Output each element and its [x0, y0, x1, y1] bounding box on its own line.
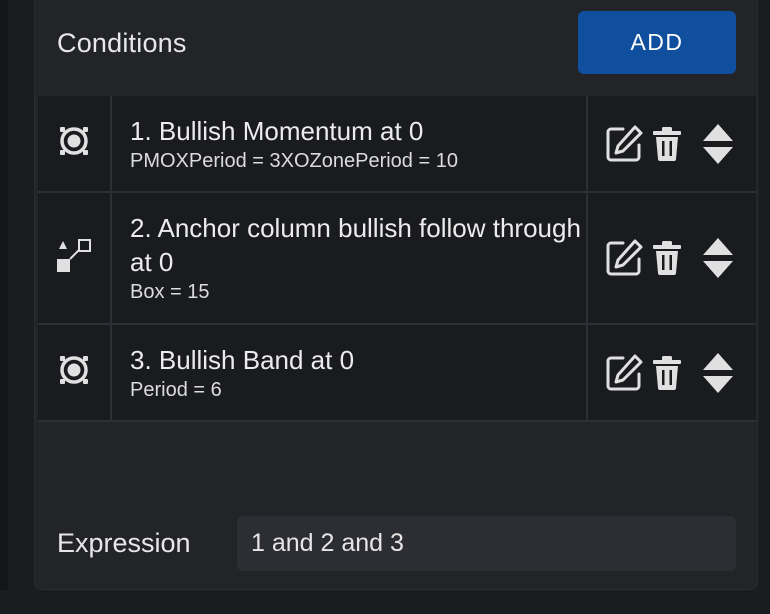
trash-icon[interactable]	[650, 353, 684, 393]
condition-text: 1. Bullish Momentum at 0 PMOXPeriod = 3X…	[112, 96, 586, 191]
condition-title: 3. Bullish Band at 0	[130, 344, 355, 375]
condition-actions	[586, 193, 756, 323]
condition-actions	[586, 96, 756, 191]
condition-params: Period = 6	[130, 378, 222, 401]
trash-icon[interactable]	[650, 238, 684, 278]
conditions-table: 1. Bullish Momentum at 0 PMOXPeriod = 3X…	[38, 96, 756, 422]
panel-header: Conditions ADD	[35, 0, 757, 96]
condition-text: 3. Bullish Band at 0 Period = 6	[112, 325, 586, 420]
window-edge	[0, 0, 8, 614]
condition-icon-cell	[38, 325, 112, 420]
reorder-icon[interactable]	[698, 120, 738, 168]
add-condition-button[interactable]: ADD	[578, 11, 736, 74]
pattern-path-icon	[55, 237, 93, 280]
condition-icon-cell	[38, 193, 112, 323]
condition-title: 1. Bullish Momentum at 0	[130, 115, 424, 146]
condition-row: 3. Bullish Band at 0 Period = 6	[38, 325, 756, 422]
condition-params: PMOXPeriod = 3XOZonePeriod = 10	[130, 149, 458, 172]
edit-icon[interactable]	[602, 236, 646, 280]
reorder-icon[interactable]	[698, 234, 738, 282]
conditions-panel: Conditions ADD 1. Bullish Momentum at 0 …	[34, 0, 758, 590]
expression-label: Expression	[57, 528, 191, 558]
edit-icon[interactable]	[602, 351, 646, 395]
condition-row: 1. Bullish Momentum at 0 PMOXPeriod = 3X…	[38, 96, 756, 193]
window-bottom-edge	[0, 590, 770, 614]
condition-title: 2. Anchor column bullish follow through …	[130, 213, 581, 277]
condition-icon-cell	[38, 96, 112, 191]
target-icon	[57, 124, 91, 163]
reorder-icon[interactable]	[698, 349, 738, 397]
expression-input[interactable]	[237, 516, 736, 571]
panel-title: Conditions	[57, 28, 187, 58]
target-icon	[57, 353, 91, 392]
condition-row: 2. Anchor column bullish follow through …	[38, 193, 756, 325]
condition-text: 2. Anchor column bullish follow through …	[112, 193, 586, 323]
condition-actions	[586, 325, 756, 420]
condition-params: Box = 15	[130, 281, 210, 303]
trash-icon[interactable]	[650, 124, 684, 164]
edit-icon[interactable]	[602, 122, 646, 166]
